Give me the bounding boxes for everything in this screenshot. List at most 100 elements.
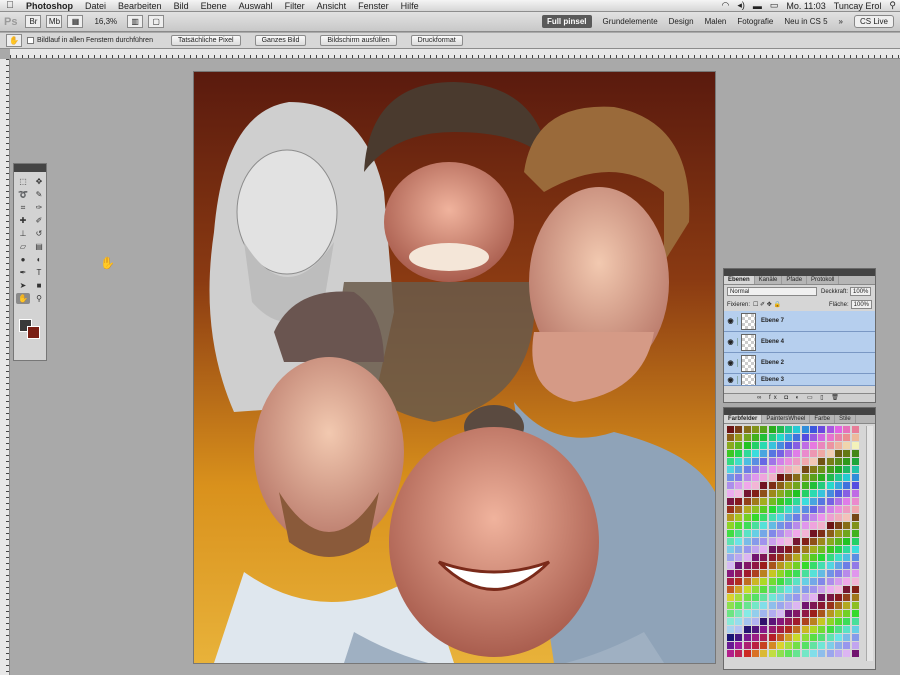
swatch[interactable]: [801, 538, 809, 545]
swatch[interactable]: [801, 594, 809, 601]
swatch[interactable]: [743, 650, 751, 657]
toolbox-title-bar[interactable]: [14, 164, 46, 172]
swatch[interactable]: [768, 610, 776, 617]
swatch[interactable]: [751, 434, 759, 441]
swatch[interactable]: [751, 490, 759, 497]
swatch[interactable]: [801, 442, 809, 449]
swatch[interactable]: [768, 626, 776, 633]
swatch[interactable]: [743, 522, 751, 529]
swatch[interactable]: [793, 642, 801, 649]
swatch[interactable]: [818, 450, 826, 457]
swatch[interactable]: [743, 426, 751, 433]
swatch[interactable]: [851, 466, 859, 473]
swatch[interactable]: [727, 578, 734, 585]
swatch[interactable]: [810, 586, 817, 593]
swatch[interactable]: [751, 466, 759, 473]
marquee-tool-icon[interactable]: ⬚: [16, 176, 30, 187]
swatch[interactable]: [818, 626, 826, 633]
healing-brush-tool-icon[interactable]: ✚: [16, 215, 30, 226]
swatch[interactable]: [834, 466, 842, 473]
cs-live-button[interactable]: CS Live: [853, 15, 894, 28]
swatch[interactable]: [826, 618, 834, 625]
swatch[interactable]: [751, 450, 759, 457]
swatch[interactable]: [760, 602, 768, 609]
battery-icon[interactable]: ▭: [766, 0, 783, 11]
swatch[interactable]: [751, 634, 759, 641]
swatch[interactable]: [843, 474, 851, 481]
swatch[interactable]: [801, 514, 809, 521]
swatch[interactable]: [785, 562, 793, 569]
swatch[interactable]: [851, 650, 859, 657]
swatch[interactable]: [768, 642, 776, 649]
swatch[interactable]: [735, 546, 743, 553]
swatch[interactable]: [760, 594, 768, 601]
swatch[interactable]: [785, 490, 793, 497]
swatch[interactable]: [843, 650, 851, 657]
swatch[interactable]: [776, 490, 784, 497]
swatch[interactable]: [834, 490, 842, 497]
swatch[interactable]: [743, 490, 751, 497]
swatch[interactable]: [810, 594, 817, 601]
swatch-grid[interactable]: [727, 426, 861, 660]
more-workspaces-icon[interactable]: »: [839, 17, 843, 26]
swatch[interactable]: [743, 434, 751, 441]
swatch[interactable]: [760, 490, 768, 497]
swatch[interactable]: [818, 426, 826, 433]
swatch[interactable]: [826, 546, 834, 553]
swatch[interactable]: [851, 538, 859, 545]
swatch[interactable]: [727, 554, 734, 561]
swatch[interactable]: [760, 458, 768, 465]
swatch[interactable]: [834, 586, 842, 593]
swatches-scrollbar[interactable]: [866, 426, 873, 661]
swatch[interactable]: [843, 594, 851, 601]
swatch[interactable]: [727, 466, 734, 473]
zoom-tool-icon[interactable]: ⚲: [32, 293, 46, 304]
swatch[interactable]: [743, 570, 751, 577]
swatch[interactable]: [801, 466, 809, 473]
swatch[interactable]: [727, 506, 734, 513]
swatch[interactable]: [768, 578, 776, 585]
screen-mode-icon[interactable]: ▢: [148, 15, 165, 28]
swatch[interactable]: [843, 562, 851, 569]
swatch[interactable]: [843, 514, 851, 521]
layer-name[interactable]: Ebene 4: [761, 339, 784, 345]
swatch[interactable]: [785, 610, 793, 617]
swatch[interactable]: [826, 602, 834, 609]
swatch[interactable]: [793, 578, 801, 585]
swatch[interactable]: [843, 626, 851, 633]
swatch[interactable]: [843, 586, 851, 593]
swatch[interactable]: [793, 602, 801, 609]
swatch[interactable]: [768, 634, 776, 641]
swatch[interactable]: [776, 562, 784, 569]
swatch[interactable]: [818, 530, 826, 537]
swatch[interactable]: [751, 474, 759, 481]
swatch[interactable]: [760, 570, 768, 577]
swatch[interactable]: [793, 530, 801, 537]
swatch[interactable]: [834, 570, 842, 577]
swatch[interactable]: [735, 650, 743, 657]
swatch[interactable]: [851, 506, 859, 513]
horizontal-ruler[interactable]: [10, 49, 900, 59]
swatch[interactable]: [826, 650, 834, 657]
swatch[interactable]: [760, 538, 768, 545]
swatch[interactable]: [735, 554, 743, 561]
swatch[interactable]: [834, 442, 842, 449]
fit-screen-button[interactable]: Ganzes Bild: [254, 35, 307, 46]
swatch[interactable]: [826, 594, 834, 601]
swatch[interactable]: [793, 618, 801, 625]
volume-icon[interactable]: ◂): [733, 0, 749, 11]
menu-fenster[interactable]: Fenster: [352, 1, 395, 11]
swatch[interactable]: [810, 434, 817, 441]
swatch[interactable]: [768, 498, 776, 505]
swatch[interactable]: [826, 626, 834, 633]
swatch[interactable]: [810, 442, 817, 449]
swatch[interactable]: [851, 610, 859, 617]
swatch[interactable]: [843, 466, 851, 473]
swatch[interactable]: [776, 618, 784, 625]
swatch[interactable]: [768, 650, 776, 657]
swatch[interactable]: [760, 650, 768, 657]
swatch[interactable]: [801, 602, 809, 609]
swatch[interactable]: [785, 522, 793, 529]
swatch[interactable]: [735, 570, 743, 577]
swatch[interactable]: [751, 586, 759, 593]
